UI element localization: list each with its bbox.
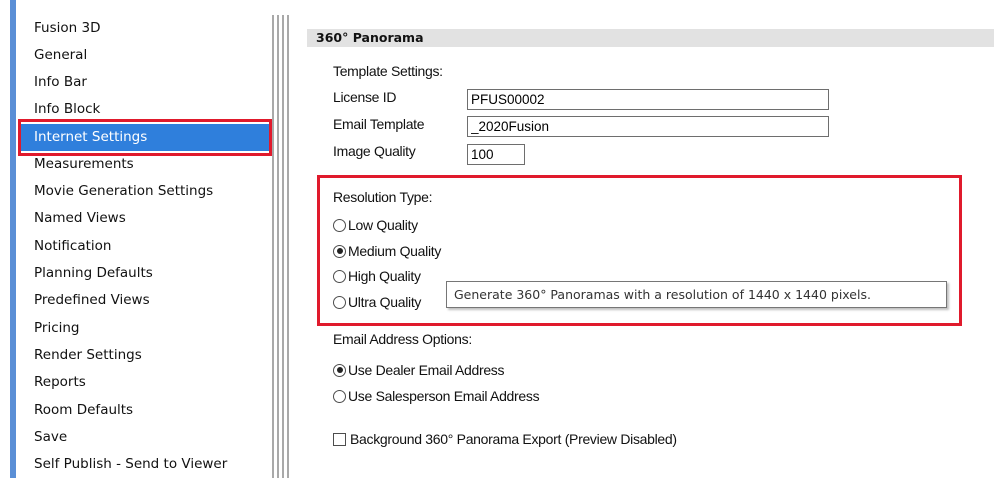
license-id-label: License ID (333, 89, 397, 105)
radio-medium-quality[interactable]: Medium Quality (333, 241, 441, 261)
sidebar-item-info-block[interactable]: Info Block (18, 96, 274, 123)
radio-high-quality-label: High Quality (348, 268, 421, 284)
sidebar-item-named-views[interactable]: Named Views (18, 205, 274, 232)
panel-splitter[interactable] (272, 15, 300, 478)
sidebar-item-render-settings[interactable]: Render Settings (18, 342, 274, 369)
email-template-field[interactable] (467, 116, 829, 137)
radio-low-quality[interactable]: Low Quality (333, 215, 418, 235)
template-settings-heading: Template Settings: (333, 63, 443, 79)
sidebar-item-reports[interactable]: Reports (18, 369, 274, 396)
sidebar-item-planning-defaults[interactable]: Planning Defaults (18, 260, 274, 287)
radio-low-quality-label: Low Quality (348, 217, 418, 233)
radio-dealer-email[interactable]: Use Dealer Email Address (333, 360, 505, 380)
radio-salesperson-email-label: Use Salesperson Email Address (348, 388, 540, 404)
resolution-tooltip: Generate 360° Panoramas with a resolutio… (446, 281, 947, 308)
sidebar-item-info-bar[interactable]: Info Bar (18, 69, 274, 96)
radio-dealer-email-label: Use Dealer Email Address (348, 362, 505, 378)
settings-category-list: Fusion 3D General Info Bar Info Block In… (18, 0, 276, 478)
radio-salesperson-email-indicator[interactable] (333, 389, 346, 403)
sidebar-item-predefined-views[interactable]: Predefined Views (18, 287, 274, 314)
radio-salesperson-email[interactable]: Use Salesperson Email Address (333, 386, 540, 406)
email-template-label: Email Template (333, 116, 425, 132)
sidebar-item-room-defaults[interactable]: Room Defaults (18, 397, 274, 424)
sidebar-item-self-publish[interactable]: Self Publish - Send to Viewer (18, 451, 274, 478)
background-export-checkbox-box[interactable] (333, 432, 346, 446)
radio-high-quality-indicator[interactable] (333, 269, 346, 283)
resolution-type-heading: Resolution Type: (333, 189, 433, 205)
radio-high-quality[interactable]: High Quality (333, 266, 421, 286)
sidebar-accent-strip (10, 0, 16, 478)
sidebar-item-save[interactable]: Save (18, 424, 274, 451)
sidebar-item-internet-settings[interactable]: Internet Settings (18, 124, 274, 151)
image-quality-field[interactable] (467, 144, 525, 165)
radio-low-quality-indicator[interactable] (333, 218, 346, 232)
radio-ultra-quality[interactable]: Ultra Quality (333, 292, 421, 312)
section-header: 360° Panorama (307, 29, 994, 47)
radio-ultra-quality-label: Ultra Quality (348, 294, 422, 310)
image-quality-label: Image Quality (333, 143, 416, 159)
radio-medium-quality-indicator[interactable] (333, 244, 346, 258)
email-options-heading: Email Address Options: (333, 331, 472, 347)
sidebar-item-pricing[interactable]: Pricing (18, 315, 274, 342)
radio-ultra-quality-indicator[interactable] (333, 295, 346, 309)
background-export-label: Background 360° Panorama Export (Preview… (350, 431, 677, 447)
sidebar-item-general[interactable]: General (18, 42, 274, 69)
background-export-checkbox[interactable]: Background 360° Panorama Export (Preview… (333, 429, 677, 449)
radio-medium-quality-label: Medium Quality (348, 243, 442, 259)
sidebar-item-measurements[interactable]: Measurements (18, 151, 274, 178)
radio-dealer-email-indicator[interactable] (333, 363, 346, 377)
sidebar-item-movie-generation-settings[interactable]: Movie Generation Settings (18, 178, 274, 205)
sidebar-item-notification[interactable]: Notification (18, 233, 274, 260)
license-id-field[interactable] (467, 89, 829, 110)
